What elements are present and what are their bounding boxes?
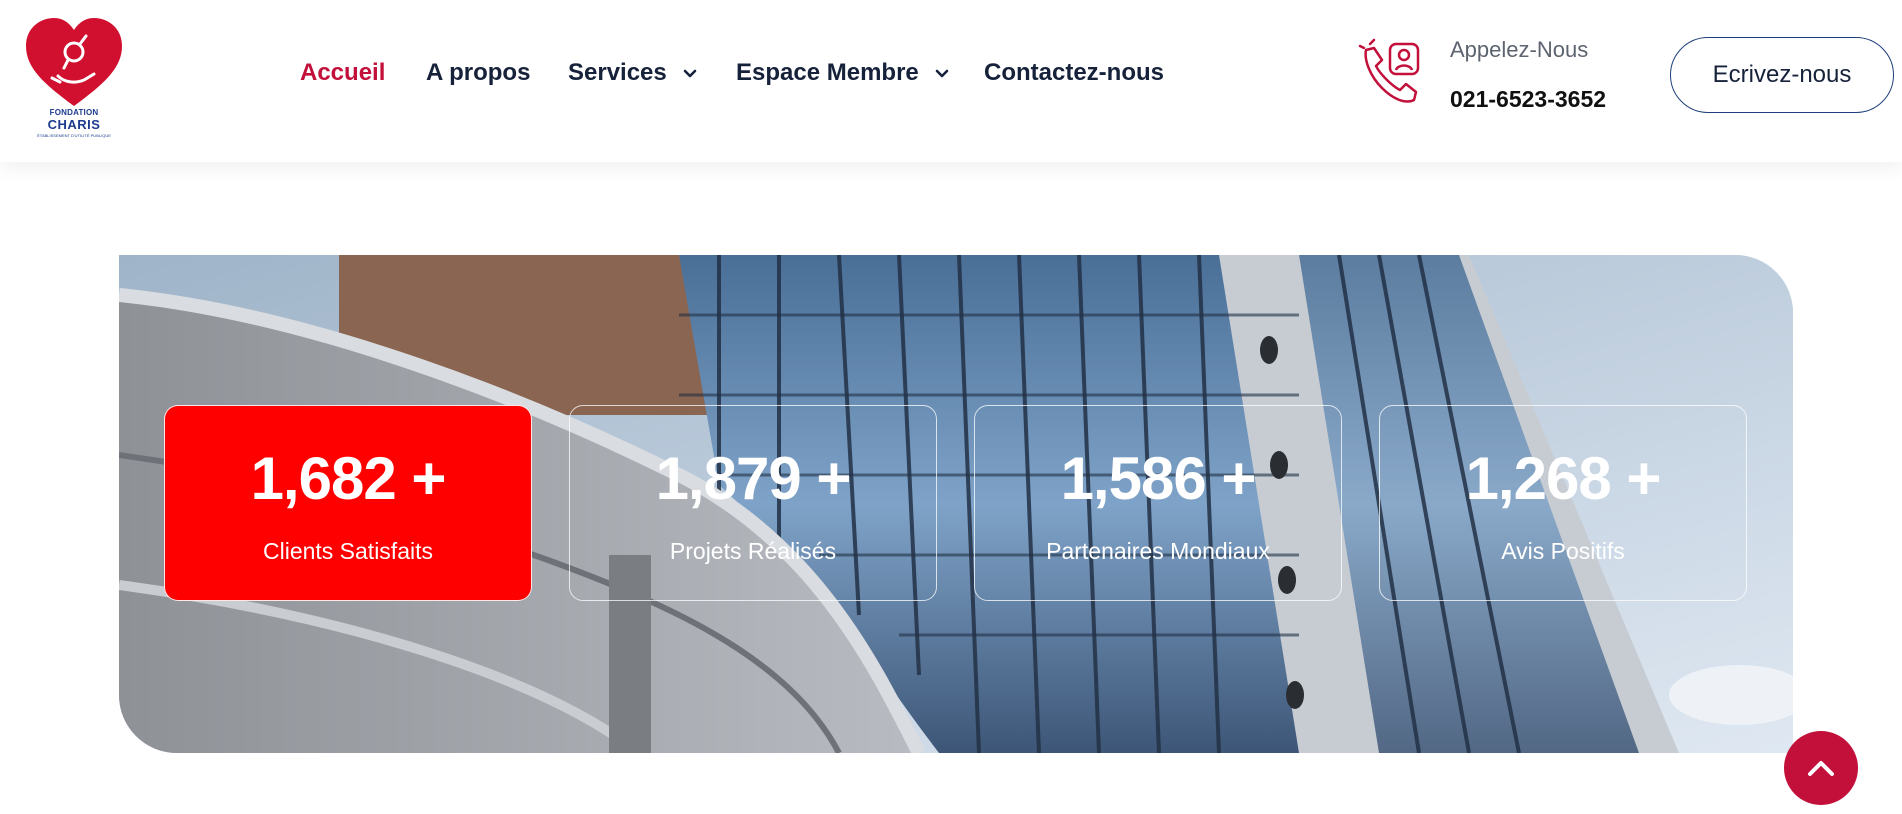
stat-card-partenaires: 1,586 + Partenaires Mondiaux	[974, 405, 1342, 601]
phone-user-icon	[1358, 38, 1420, 103]
site-header: FONDATION CHARIS ÉTABLISSEMENT D'UTILITÉ…	[0, 0, 1902, 162]
stat-label: Projets Réalisés	[669, 538, 837, 564]
stats-hero: 1,682 + Clients Satisfaits 1,879 + Proje…	[119, 255, 1793, 753]
logo-line-fondation: FONDATION	[49, 108, 99, 117]
stat-card-projets: 1,879 + Projets Réalisés	[569, 405, 937, 601]
stat-label: Clients Satisfaits	[262, 538, 433, 564]
logo-line-charis: CHARIS	[47, 117, 101, 132]
chevron-down-icon	[936, 69, 949, 77]
scroll-to-top-button[interactable]	[1784, 731, 1858, 805]
nav-item-services[interactable]: Services	[568, 56, 697, 90]
chevron-down-icon	[684, 69, 697, 77]
stat-card-avis: 1,268 + Avis Positifs	[1379, 405, 1747, 601]
nav-item-label: Contactez-nous	[984, 59, 1164, 86]
nav-item-label: Espace Membre	[736, 59, 919, 86]
stat-value: 1,879 +	[655, 445, 852, 512]
heart-logo-icon	[26, 18, 122, 106]
logo[interactable]: FONDATION CHARIS ÉTABLISSEMENT D'UTILITÉ…	[24, 16, 124, 138]
write-us-button[interactable]: Ecrivez-nous	[1670, 37, 1894, 113]
nav-item-label: Services	[568, 59, 667, 86]
stat-label: Partenaires Mondiaux	[1046, 538, 1270, 564]
phone-number[interactable]: 021-6523-3652	[1450, 86, 1606, 113]
nav-item-a-propos[interactable]: A propos	[426, 56, 530, 90]
stat-value: 1,268 +	[1465, 445, 1662, 512]
nav-item-accueil[interactable]: Accueil	[300, 56, 385, 90]
call-label: Appelez-Nous	[1450, 37, 1589, 62]
logo-line-subtitle: ÉTABLISSEMENT D'UTILITÉ PUBLIQUE	[37, 133, 111, 138]
nav-item-label: A propos	[426, 59, 531, 86]
stat-label: Avis Positifs	[1501, 538, 1625, 564]
nav-item-espace-membre[interactable]: Espace Membre	[736, 56, 949, 90]
nav-item-contactez-nous[interactable]: Contactez-nous	[984, 56, 1164, 90]
stat-card-clients: 1,682 + Clients Satisfaits	[164, 405, 532, 601]
stat-value: 1,586 +	[1060, 445, 1257, 512]
chevron-up-icon	[1808, 761, 1834, 776]
stat-value: 1,682 +	[250, 445, 447, 512]
nav-item-label: Accueil	[300, 59, 386, 86]
